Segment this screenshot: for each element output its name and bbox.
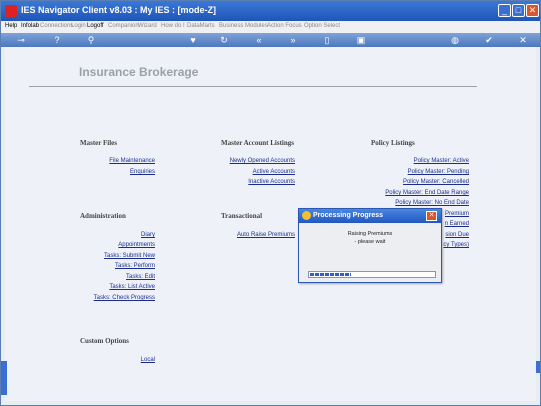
right-panel-handle[interactable] <box>536 361 540 373</box>
enquiries-link[interactable]: Enquiries <box>130 169 155 175</box>
pages-icon[interactable]: ▣ <box>355 34 367 46</box>
transactional-heading: Transactional <box>221 212 263 220</box>
policy-earned-link[interactable]: n Earned <box>445 221 469 227</box>
refresh-icon[interactable]: ↻ <box>218 34 230 46</box>
policy-master-cancelled-link[interactable]: Policy Master: Cancelled <box>403 179 469 185</box>
menu-help[interactable]: Help <box>5 23 17 29</box>
app-icon <box>5 5 17 17</box>
policy-master-active-link[interactable]: Policy Master: Active <box>414 158 469 164</box>
policy-listings-heading: Policy Listings <box>371 139 415 147</box>
key-icon[interactable]: ⊸ <box>9 34 33 46</box>
processing-progress-dialog: Processing Progress ✕ Raising Premiums -… <box>298 208 442 283</box>
newly-opened-accounts-link[interactable]: Newly Opened Accounts <box>230 158 295 164</box>
menu-business-modules[interactable]: Business Modules <box>219 23 268 29</box>
page-title: Insurance Brokerage <box>79 65 199 79</box>
progress-bar-fill <box>310 273 351 276</box>
tasks-list-active-link[interactable]: Tasks: List Active <box>109 284 155 290</box>
dialog-title: Processing Progress <box>313 212 384 219</box>
maximize-button[interactable]: □ <box>512 4 525 17</box>
tasks-perform-link[interactable]: Tasks: Perform <box>115 263 155 269</box>
master-files-heading: Master Files <box>80 139 117 147</box>
minimize-button[interactable]: _ <box>498 4 511 17</box>
policy-master-pending-link[interactable]: Policy Master: Pending <box>408 169 469 175</box>
local-link[interactable]: Local <box>141 357 155 363</box>
side-panel-handle[interactable] <box>1 361 7 395</box>
policy-premium-link[interactable]: Premium <box>445 211 469 217</box>
document-icon[interactable]: ▯ <box>321 34 333 46</box>
dialog-title-bar: Processing Progress ✕ <box>299 209 441 223</box>
help-icon[interactable]: ? <box>51 34 63 46</box>
menu-option-select[interactable]: Option Select <box>304 23 340 29</box>
policy-types-link[interactable]: cy Types) <box>443 242 469 248</box>
tasks-check-progress-link[interactable]: Tasks: Check Progress <box>94 295 155 301</box>
administration-heading: Administration <box>80 212 126 220</box>
window-title: IES Navigator Client v8.03 : My IES : [m… <box>21 5 217 15</box>
heart-icon[interactable]: ♥ <box>187 34 199 46</box>
menu-wizard[interactable]: Wizard <box>138 23 157 29</box>
dialog-close-button[interactable]: ✕ <box>426 211 437 221</box>
menu-logoff[interactable]: Logoff <box>87 23 104 29</box>
file-maintenance-link[interactable]: File Maintenance <box>109 158 155 164</box>
menu-action-focus[interactable]: Action Focus <box>267 23 302 29</box>
policy-master-no-end-date-link[interactable]: Policy Master: No End Date <box>395 200 469 206</box>
toolbar: ⊸ ? ⚲ ♥ ↻ « » ▯ ▣ ◍ ✔ ✕ <box>1 33 540 47</box>
diary-link[interactable]: Diary <box>141 232 155 238</box>
progress-bar <box>308 271 436 278</box>
check-icon[interactable]: ✔ <box>483 34 495 46</box>
search-icon[interactable]: ⚲ <box>85 34 97 46</box>
progress-icon <box>302 211 311 220</box>
menu-datamarts[interactable]: DataMarts <box>187 23 215 29</box>
forward-icon[interactable]: » <box>287 34 299 46</box>
policy-master-end-date-range-link[interactable]: Policy Master: End Date Range <box>385 190 469 196</box>
inactive-accounts-link[interactable]: Inactive Accounts <box>248 179 295 185</box>
auto-raise-premiums-link[interactable]: Auto Raise Premiums <box>237 232 295 238</box>
policy-commission-due-link[interactable]: sion Due <box>445 232 469 238</box>
menu-connections[interactable]: Connections <box>40 23 73 29</box>
dialog-message: Raising Premiums - please wait <box>299 230 441 246</box>
menu-infolab[interactable]: Infolab <box>21 23 39 29</box>
title-bar: IES Navigator Client v8.03 : My IES : [m… <box>1 1 540 21</box>
back-icon[interactable]: « <box>253 34 265 46</box>
close-button[interactable]: ✕ <box>526 4 539 17</box>
appointments-link[interactable]: Appointments <box>118 242 155 248</box>
menu-companion[interactable]: Companion <box>108 23 139 29</box>
close-icon[interactable]: ✕ <box>517 34 529 46</box>
active-accounts-link[interactable]: Active Accounts <box>253 169 295 175</box>
title-divider <box>29 86 477 87</box>
globe-icon[interactable]: ◍ <box>449 34 461 46</box>
dialog-message-line2: - please wait <box>354 239 386 245</box>
main-content: Insurance Brokerage Master Files File Ma… <box>5 47 536 401</box>
custom-options-heading: Custom Options <box>80 337 129 345</box>
app-window: IES Navigator Client v8.03 : My IES : [m… <box>0 0 541 406</box>
menu-login[interactable]: Login <box>71 23 86 29</box>
menu-bar: Help Infolab Connections Login Logoff Co… <box>1 21 540 33</box>
tasks-submit-new-link[interactable]: Tasks: Submit New <box>104 253 155 259</box>
dialog-message-line1: Raising Premiums <box>347 231 393 237</box>
master-account-listings-heading: Master Account Listings <box>221 139 294 147</box>
menu-how-do-i[interactable]: How do I <box>161 23 185 29</box>
tasks-edit-link[interactable]: Tasks: Edit <box>126 274 155 280</box>
